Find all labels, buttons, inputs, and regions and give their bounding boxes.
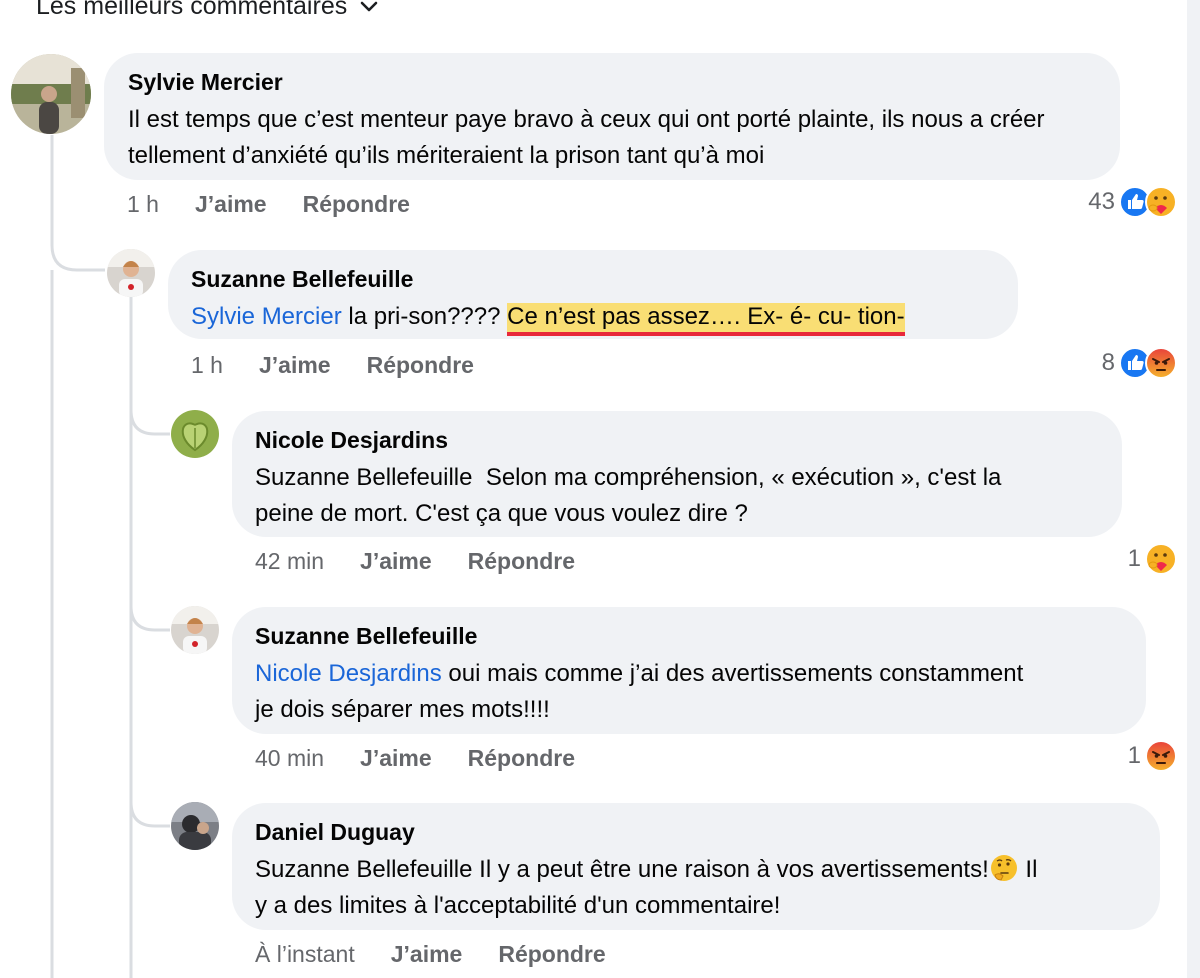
comment-bubble: Suzanne Bellefeuille Nicole Desjardins o…: [232, 607, 1146, 734]
reaction-summary[interactable]: 8: [1102, 347, 1177, 379]
comment-text-line: peine de mort. C'est ça que vous voulez …: [255, 500, 748, 527]
comment-actions: 40 min J’aime Répondre: [255, 745, 575, 772]
comment-text-line: je dois séparer mes mots!!!!: [255, 696, 550, 723]
comment-time[interactable]: 40 min: [255, 745, 324, 772]
reply-button[interactable]: Répondre: [303, 191, 410, 218]
reply-button[interactable]: Répondre: [367, 352, 474, 379]
avatar[interactable]: [171, 606, 219, 654]
comment-time[interactable]: À l’instant: [255, 941, 355, 968]
comment-time[interactable]: 1 h: [127, 191, 159, 218]
comment-author[interactable]: Daniel Duguay: [255, 819, 1136, 846]
like-button[interactable]: J’aime: [360, 745, 432, 772]
reaction-summary[interactable]: 43: [1088, 186, 1177, 218]
like-button[interactable]: J’aime: [360, 548, 432, 575]
comment-bubble: Nicole Desjardins Suzanne Bellefeuille S…: [232, 411, 1122, 537]
comment-bubble: Suzanne Bellefeuille Sylvie Mercier la p…: [168, 250, 1018, 339]
comment-actions: 1 h J’aime Répondre: [127, 191, 410, 218]
comment-author[interactable]: Suzanne Bellefeuille: [255, 623, 1122, 650]
comment-text: Il est temps que c’est menteur paye brav…: [128, 106, 1045, 169]
comment-author[interactable]: Sylvie Mercier: [128, 69, 1096, 96]
reply-button[interactable]: Répondre: [468, 548, 575, 575]
like-button[interactable]: J’aime: [391, 941, 463, 968]
comment-text-line: y a des limites à l'acceptabilité d'un c…: [255, 892, 781, 919]
comment-bubble: Sylvie Mercier Il est temps que c’est me…: [104, 53, 1120, 180]
avatar[interactable]: [11, 54, 91, 134]
highlighted-text: Ce n’est pas assez…. Ex- é- cu- tion-: [507, 303, 905, 336]
comment-text-line: Suzanne Bellefeuille Selon ma compréhens…: [255, 464, 1002, 491]
comment-author[interactable]: Suzanne Bellefeuille: [191, 266, 994, 293]
reaction-summary[interactable]: 1: [1128, 740, 1177, 772]
reaction-count: 1: [1127, 742, 1141, 769]
reply-button[interactable]: Répondre: [468, 745, 575, 772]
reaction-summary[interactable]: 1: [1128, 543, 1177, 575]
reaction-count: 8: [1101, 349, 1115, 376]
comment-text-line: Nicole Desjardins oui mais comme j’ai de…: [255, 660, 1024, 687]
care-icon: [1145, 543, 1177, 575]
avatar[interactable]: [171, 410, 219, 458]
angry-icon: [1145, 347, 1177, 379]
angry-icon: [1145, 740, 1177, 772]
comment-actions: À l’instant J’aime Répondre: [255, 941, 606, 968]
comment-actions: 1 h J’aime Répondre: [191, 352, 474, 379]
comment-time[interactable]: 42 min: [255, 548, 324, 575]
reply-button[interactable]: Répondre: [498, 941, 605, 968]
mention-link[interactable]: Sylvie Mercier: [191, 303, 342, 330]
mention-link[interactable]: Nicole Desjardins: [255, 660, 442, 687]
comment-text: Sylvie Mercier la pri-son???? Ce n’est p…: [191, 299, 994, 336]
avatar[interactable]: [107, 249, 155, 297]
comment-actions: 42 min J’aime Répondre: [255, 548, 575, 575]
comment-author[interactable]: Nicole Desjardins: [255, 427, 1098, 454]
care-icon: [1145, 186, 1177, 218]
reaction-count: 1: [1127, 545, 1141, 572]
like-button[interactable]: J’aime: [259, 352, 331, 379]
comment-text-line: Suzanne Bellefeuille Il y a peut être un…: [255, 852, 1136, 888]
thinking-face-icon: [990, 855, 1017, 881]
comment-bubble: Daniel Duguay Suzanne Bellefeuille Il y …: [232, 803, 1160, 930]
avatar[interactable]: [171, 802, 219, 850]
comment-time[interactable]: 1 h: [191, 352, 223, 379]
like-button[interactable]: J’aime: [195, 191, 267, 218]
reaction-count: 43: [1088, 188, 1115, 215]
